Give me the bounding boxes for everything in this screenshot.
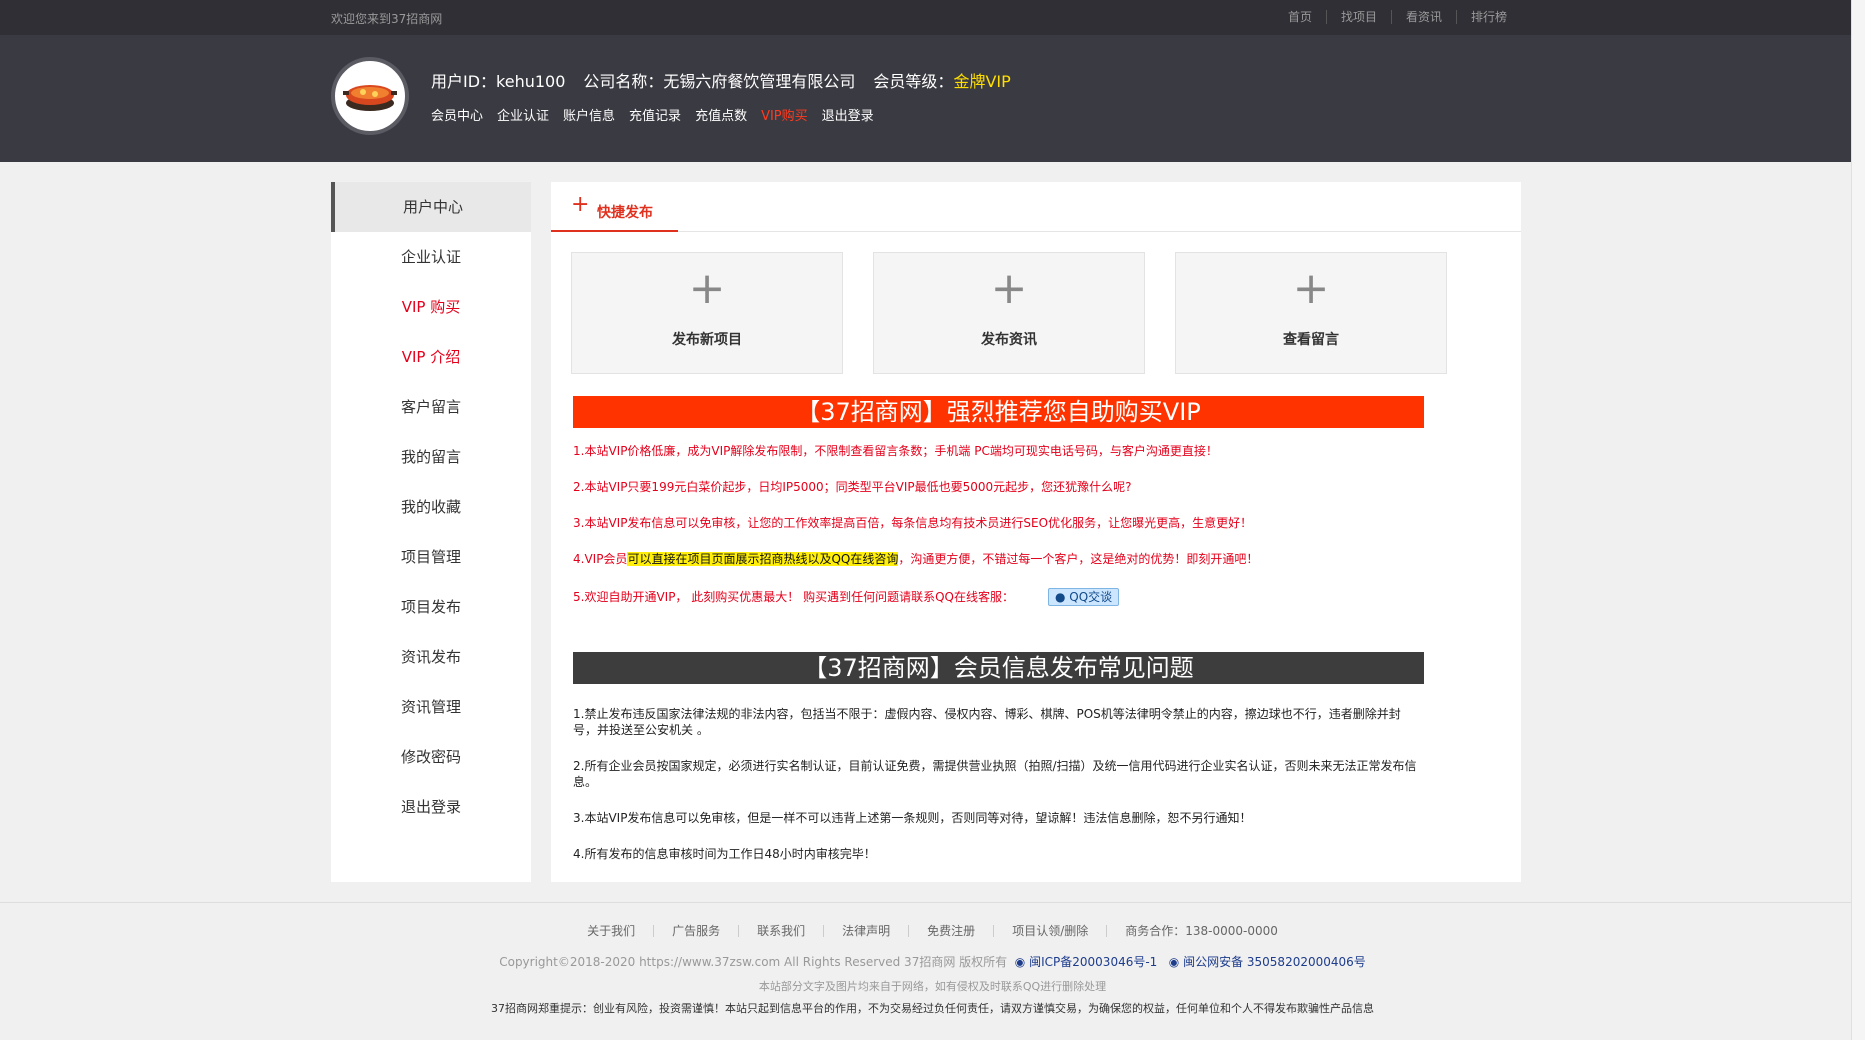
content-area: 用户中心 企业认证 VIP 购买 VIP 介绍 客户留言 我的留言 我的收藏 项… (331, 182, 1521, 882)
rule-2: 2.所有企业会员按国家规定，必须进行实名制认证，目前认证免费，需提供营业执照（拍… (573, 759, 1417, 789)
sidebar-item-favorites[interactable]: 我的收藏 (331, 482, 531, 532)
faq-rules: 1.禁止发布违反国家法律法规的非法内容，包括当不限于：虚假内容、侵权内容、博彩、… (573, 706, 1423, 882)
top-nav-home[interactable]: 首页 (1274, 10, 1326, 24)
sidebar-item-change-password[interactable]: 修改密码 (331, 732, 531, 782)
plus-icon: + (990, 263, 1028, 314)
member-level-value: 金牌VIP (953, 72, 1011, 91)
card-view-messages[interactable]: + 查看留言 (1175, 252, 1447, 374)
footer-note-warning: 37招商网郑重提示：创业有风险，投资需谨慎！本站只起到信息平台的作用，不为交易经… (491, 1002, 1374, 1015)
footer-note-copyright: 本站部分文字及图片均来自于网络，如有侵权及时联系QQ进行删除处理 (758, 980, 1107, 993)
member-nav-vip-buy[interactable]: VIP购买 (761, 105, 808, 124)
footer-link-about[interactable]: 关于我们 (569, 925, 653, 937)
top-nav-projects[interactable]: 找项目 (1325, 10, 1391, 24)
member-level: 会员等级：金牌VIP (873, 68, 1010, 92)
benefit-4-suffix: ，沟通更方便，不错过每一个客户，这是绝对的优势！即刻开通吧！ (898, 552, 1259, 566)
qq-penguin-icon: ● (1054, 590, 1070, 604)
benefit-5: 5.欢迎自助开通VIP， 此刻购买优惠最大！ 购买遇到任何问题请联系QQ在线客服… (573, 588, 1453, 624)
copyright-text: Copyright©2018-2020 https://www.37zsw.co… (499, 955, 1008, 969)
footer-link-register[interactable]: 免费注册 (908, 925, 993, 937)
tab-bar: + 快捷发布 (551, 182, 1521, 232)
sidebar-item-logout[interactable]: 退出登录 (331, 782, 531, 832)
member-level-label: 会员等级： (873, 72, 954, 91)
sidebar-item-project-publish[interactable]: 项目发布 (331, 582, 531, 632)
badge-icon: ◉ (1014, 955, 1026, 969)
footer-links: 关于我们 广告服务 联系我们 法律声明 免费注册 项目认领/删除 商务合作：13… (0, 925, 1865, 937)
benefit-4-prefix: 4.VIP会员 (573, 552, 628, 566)
food-pot-icon (336, 62, 404, 130)
plus-icon: + (571, 192, 590, 217)
police-badge-icon: ◉ (1168, 955, 1180, 969)
card-label: 发布资讯 (981, 332, 1037, 348)
qq-chat-label: QQ交谈 (1069, 590, 1113, 604)
user-id: 用户ID：kehu100 (431, 72, 566, 91)
card-label: 查看留言 (1283, 332, 1339, 348)
sidebar-item-news-manage[interactable]: 资讯管理 (331, 682, 531, 732)
police-link[interactable]: ◉ 闽公网安备 35058202000406号 (1169, 955, 1366, 969)
footer-link-ads[interactable]: 广告服务 (653, 925, 738, 937)
member-nav-center[interactable]: 会员中心 (431, 105, 483, 124)
benefit-1: 1.本站VIP价格低廉，成为VIP解除发布限制，不限制查看留言条数；手机端 PC… (573, 444, 1218, 458)
top-bar: 欢迎您来到37招商网 首页 找项目 看资讯 排行榜 (0, 0, 1865, 35)
vip-recommend-banner: 【37招商网】强烈推荐您自助购买VIP (573, 396, 1424, 428)
benefit-2: 2.本站VIP只要199元白菜价起步，日均IP5000；同类型平台VIP最低也要… (573, 480, 1132, 494)
top-nav-ranking[interactable]: 排行榜 (1455, 10, 1521, 24)
rule-1: 1.禁止发布违反国家法律法规的非法内容，包括当不限于：虚假内容、侵权内容、博彩、… (573, 707, 1401, 737)
icp-text: 闽ICP备20003046号-1 (1029, 955, 1158, 969)
benefit-4: 4.VIP会员可以直接在项目页面展示招商热线以及QQ在线咨询，沟通更方便，不错过… (573, 552, 1453, 588)
icp-link[interactable]: ◉ 闽ICP备20003046号-1 (1015, 955, 1158, 969)
sidebar-item-news-publish[interactable]: 资讯发布 (331, 632, 531, 682)
plus-icon: + (1292, 263, 1330, 314)
footer: 关于我们 广告服务 联系我们 法律声明 免费注册 项目认领/删除 商务合作：13… (0, 902, 1865, 1040)
member-nav-logout[interactable]: 退出登录 (822, 105, 874, 124)
quick-cards: + 发布新项目 + 发布资讯 + 查看留言 (571, 252, 1477, 374)
company-name: 公司名称：无锡六府餐饮管理有限公司 (583, 72, 856, 91)
member-nav-account[interactable]: 账户信息 (563, 105, 615, 124)
benefit-4-highlight: 可以直接在项目页面展示招商热线以及QQ在线咨询 (627, 552, 899, 566)
tab-quick-publish[interactable]: + 快捷发布 (551, 192, 678, 232)
member-nav-verify[interactable]: 企业认证 (497, 105, 549, 124)
card-label: 发布新项目 (672, 332, 742, 348)
footer-link-claim[interactable]: 项目认领/删除 (993, 925, 1106, 937)
footer-business-contact: 商务合作：138-0000-0000 (1106, 925, 1296, 937)
sidebar-item-user-center[interactable]: 用户中心 (331, 182, 531, 232)
plus-icon: + (688, 263, 726, 314)
member-nav-recharge-points[interactable]: 充值点数 (695, 105, 747, 124)
member-header: 用户ID：kehu100 公司名称：无锡六府餐饮管理有限公司 会员等级：金牌VI… (0, 35, 1865, 162)
sidebar-item-project-manage[interactable]: 项目管理 (331, 532, 531, 582)
police-text: 闽公网安备 35058202000406号 (1183, 955, 1366, 969)
sidebar-item-verify[interactable]: 企业认证 (331, 232, 531, 282)
copyright-line: Copyright©2018-2020 https://www.37zsw.co… (0, 953, 1865, 970)
qq-chat-button[interactable]: ● QQ交谈 (1047, 588, 1120, 606)
rule-3: 3.本站VIP发布信息可以免审核，但是一样不可以违背上述第一条规则，否则同等对待… (573, 811, 1252, 825)
rule-4: 4.所有发布的信息审核时间为工作日48小时内审核完毕！ (573, 847, 876, 861)
welcome-text: 欢迎您来到37招商网 (331, 12, 443, 26)
user-info: 用户ID：kehu100 公司名称：无锡六府餐饮管理有限公司 会员等级：金牌VI… (431, 68, 1011, 92)
tab-label: 快捷发布 (597, 205, 653, 221)
benefit-3: 3.本站VIP发布信息可以免审核，让您的工作效率提高百倍，每条信息均有技术员进行… (573, 516, 1253, 530)
sidebar: 用户中心 企业认证 VIP 购买 VIP 介绍 客户留言 我的留言 我的收藏 项… (331, 182, 531, 882)
avatar (331, 57, 409, 135)
vertical-scrollbar[interactable] (1851, 0, 1865, 1040)
top-nav: 首页 找项目 看资讯 排行榜 (1274, 10, 1521, 24)
sidebar-item-vip-intro[interactable]: VIP 介绍 (331, 332, 531, 382)
card-publish-news[interactable]: + 发布资讯 (873, 252, 1145, 374)
faq-banner: 【37招商网】会员信息发布常见问题 (573, 652, 1424, 684)
member-nav: 会员中心 企业认证 账户信息 充值记录 充值点数 VIP购买 退出登录 (431, 105, 874, 124)
sidebar-item-my-messages[interactable]: 我的留言 (331, 432, 531, 482)
main-panel: + 快捷发布 + 发布新项目 + 发布资讯 + 查看留言 【37招商网】强烈推荐… (551, 182, 1521, 882)
vip-benefits: 1.本站VIP价格低廉，成为VIP解除发布限制，不限制查看留言条数；手机端 PC… (573, 444, 1453, 624)
top-nav-news[interactable]: 看资讯 (1390, 10, 1456, 24)
member-nav-recharge-records[interactable]: 充值记录 (629, 105, 681, 124)
footer-link-legal[interactable]: 法律声明 (823, 925, 908, 937)
footer-link-contact[interactable]: 联系我们 (738, 925, 823, 937)
sidebar-item-vip-buy[interactable]: VIP 购买 (331, 282, 531, 332)
benefit-5-text: 5.欢迎自助开通VIP， 此刻购买优惠最大！ 购买遇到任何问题请联系QQ在线客服… (573, 590, 1014, 604)
sidebar-item-customer-messages[interactable]: 客户留言 (331, 382, 531, 432)
card-publish-project[interactable]: + 发布新项目 (571, 252, 843, 374)
